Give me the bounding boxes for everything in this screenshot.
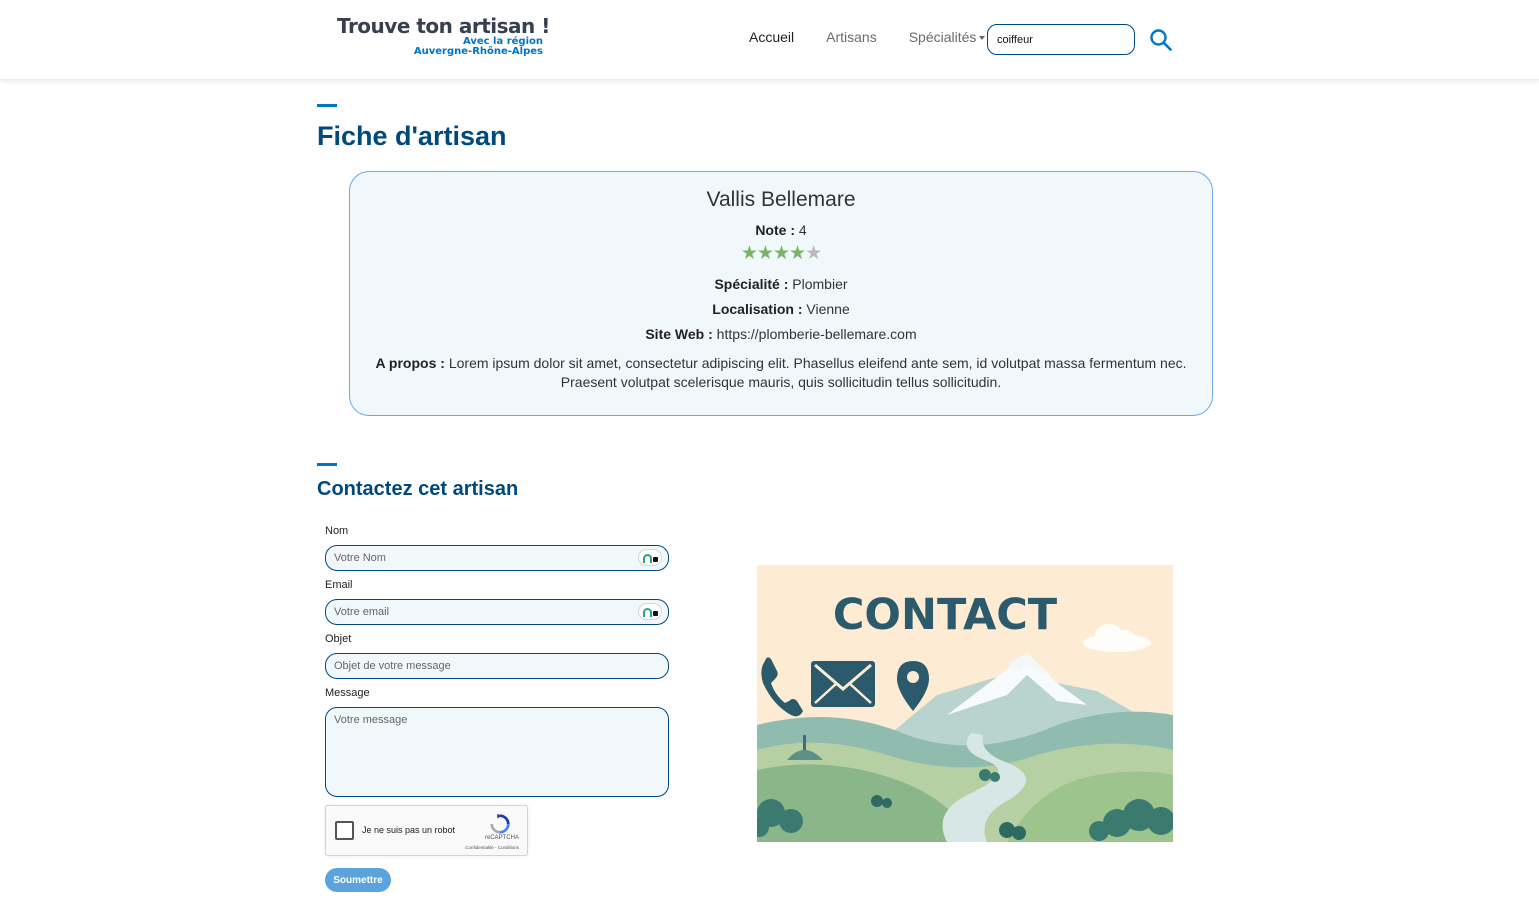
message-textarea[interactable]: Votre message xyxy=(325,707,669,797)
star-filled-icon: ★ xyxy=(740,243,758,264)
caret-down-icon xyxy=(979,36,986,41)
artisan-card: Vallis Bellemare Note : 4 ★★★★★ Spéciali… xyxy=(349,171,1213,416)
site-label: Site Web : xyxy=(645,326,713,342)
localisation-value: Vienne xyxy=(806,301,850,317)
nom-label: Nom xyxy=(325,525,349,537)
email-label: Email xyxy=(325,579,353,591)
note-value: 4 xyxy=(798,222,807,238)
star-filled-icon: ★ xyxy=(772,243,790,264)
page-title: Fiche d'artisan xyxy=(317,121,507,151)
recaptcha-checkbox[interactable] xyxy=(335,821,354,840)
search-input[interactable] xyxy=(987,24,1135,55)
site-header: Trouve ton artisan ! Avec la région Auve… xyxy=(0,0,1539,80)
nom-placeholder: Votre Nom xyxy=(334,552,386,564)
specialite-label: Spécialité : xyxy=(714,276,789,292)
email-field[interactable]: Votre email xyxy=(325,599,669,625)
submit-button[interactable]: Soumettre xyxy=(325,868,391,892)
recaptcha-brand: reCAPTCHA xyxy=(484,835,519,841)
nom-field[interactable]: Votre Nom xyxy=(325,545,669,571)
contact-title: Contactez cet artisan xyxy=(317,478,519,500)
recaptcha-label: Je ne suis pas un robot xyxy=(362,825,456,835)
site-value[interactable]: https://plomberie-bellemare.com xyxy=(717,326,917,342)
note-label: Note : xyxy=(755,222,795,238)
recaptcha-links[interactable]: Confidentialité - Conditions xyxy=(465,845,519,850)
message-label: Message xyxy=(325,687,370,699)
about-label: A propos : xyxy=(375,355,445,371)
email-placeholder: Votre email xyxy=(334,606,390,618)
star-filled-icon: ★ xyxy=(756,243,774,264)
contact-illustration: CONTACT xyxy=(757,565,1173,842)
star-filled-icon: ★ xyxy=(789,243,806,264)
artisan-about: A propos : Lorem ipsum dolor sit amet, c… xyxy=(371,354,1191,392)
nav-specialites-dropdown[interactable]: Spécialités xyxy=(909,29,986,45)
password-manager-icon[interactable] xyxy=(638,549,662,566)
search-icon[interactable] xyxy=(1149,28,1173,52)
artisan-note: Note : 4 xyxy=(350,222,1212,238)
nav-accueil[interactable]: Accueil xyxy=(749,29,794,45)
artisan-localisation: Localisation : Vienne xyxy=(350,301,1212,317)
objet-label: Objet xyxy=(325,633,352,645)
rating-stars: ★★★★★ xyxy=(350,244,1212,264)
objet-placeholder: Objet de votre message xyxy=(334,660,451,672)
specialite-value: Plombier xyxy=(792,276,848,292)
nav-specialites-label: Spécialités xyxy=(908,29,977,45)
envelope-icon xyxy=(811,661,875,707)
logo-subtitle-2: Auvergne-Rhône-Alpes xyxy=(413,46,543,57)
artisan-name: Vallis Bellemare xyxy=(706,188,856,211)
recaptcha-widget: Je ne suis pas un robot reCAPTCHA Confid… xyxy=(325,805,528,856)
artisan-site-web: Site Web : https://plomberie-bellemare.c… xyxy=(350,326,1212,342)
contact-form: Nom Votre Nom Email Votre email Objet Ob… xyxy=(325,525,670,892)
localisation-label: Localisation : xyxy=(712,301,803,317)
site-logo[interactable]: Trouve ton artisan ! Avec la région Auve… xyxy=(337,14,550,58)
objet-field[interactable]: Objet de votre message xyxy=(325,653,669,679)
artisan-specialite: Spécialité : Plombier xyxy=(350,276,1212,292)
message-placeholder: Votre message xyxy=(334,714,408,726)
nav-artisans[interactable]: Artisans xyxy=(826,29,877,45)
password-manager-icon[interactable] xyxy=(638,603,662,620)
star-empty-icon: ★ xyxy=(805,243,822,264)
about-text: Lorem ipsum dolor sit amet, consectetur … xyxy=(448,355,1187,390)
illustration-title: CONTACT xyxy=(833,590,1058,640)
recaptcha-logo-icon xyxy=(490,813,510,834)
main-nav: Accueil Artisans Spécialités xyxy=(749,29,1017,45)
contact-accent-bar xyxy=(317,463,337,466)
logo-title: Trouve ton artisan ! xyxy=(337,14,550,38)
title-accent-bar xyxy=(317,104,337,107)
